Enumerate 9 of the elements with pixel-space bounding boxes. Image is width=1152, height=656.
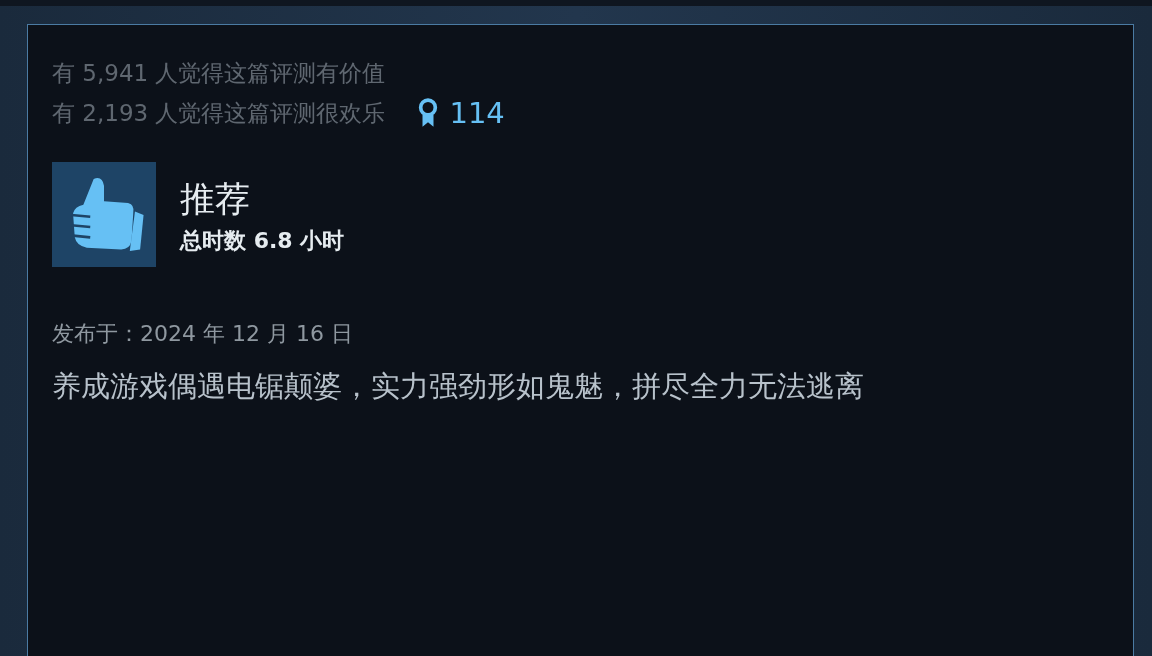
review-text: 养成游戏偶遇电锯颠婆，实力强劲形如鬼魅，拼尽全力无法逃离 [52,368,865,405]
thumbs-up-icon [52,162,156,267]
award-count: 114 [449,96,505,130]
verdict-label: 推荐 [180,178,251,221]
funny-count: 有 2,193 人觉得这篇评测很欢乐 [52,99,386,128]
posted-date: 发布于：2024 年 12 月 16 日 [52,320,354,348]
playtime-label: 总时数 6.8 小时 [180,227,345,255]
award-ribbon-icon[interactable] [417,98,440,128]
helpful-count: 有 5,941 人觉得这篇评测有价值 [52,59,387,88]
